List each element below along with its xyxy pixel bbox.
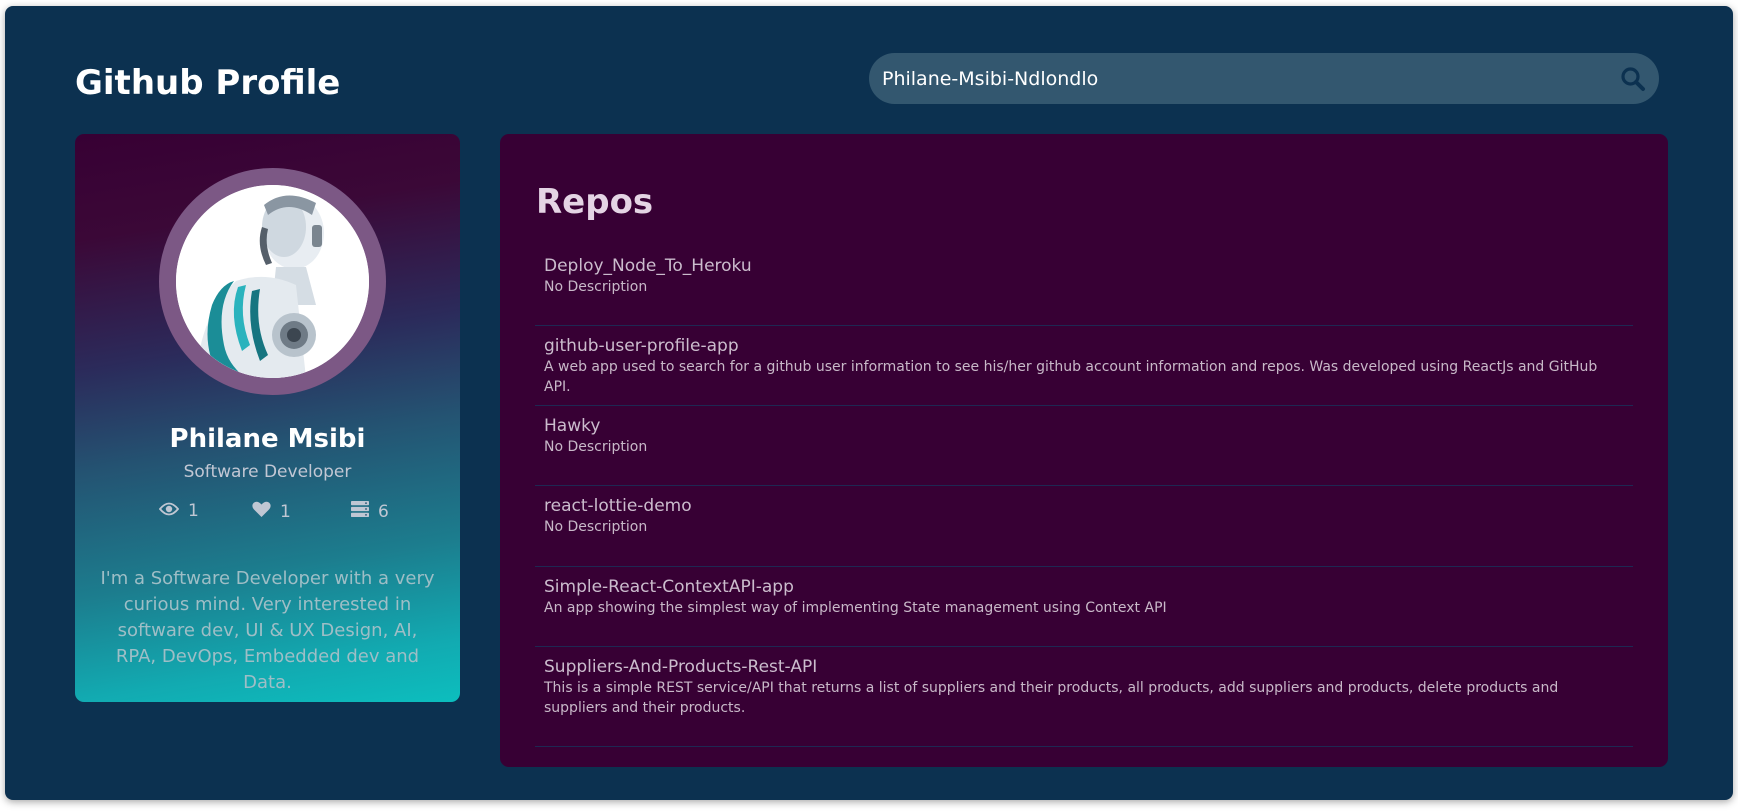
repo-item[interactable]: Simple-React-ContextAPI-app An app showi…: [535, 567, 1633, 647]
profile-stats: 1 1 6: [75, 501, 460, 527]
repo-name[interactable]: Hawky: [544, 415, 1624, 437]
repo-item[interactable]: Hawky No Description: [535, 406, 1633, 486]
search-bar: [869, 53, 1659, 104]
favorites-stat: 1: [252, 501, 291, 523]
repo-item[interactable]: github-user-profile-app A web app used t…: [535, 326, 1633, 406]
repos-panel: Repos Deploy_Node_To_Heroku No Descripti…: [500, 134, 1668, 767]
search-input[interactable]: [869, 53, 1599, 104]
watchers-count: 1: [188, 501, 199, 521]
page-title: Github Profile: [75, 63, 341, 103]
profile-role: Software Developer: [183, 462, 352, 482]
repo-description: This is a simple REST service/API that r…: [544, 680, 1559, 716]
repo-item[interactable]: react-lottie-demo No Description: [535, 486, 1633, 567]
repo-description: No Description: [544, 439, 648, 455]
repo-name[interactable]: github-user-profile-app: [544, 335, 1624, 357]
repo-name[interactable]: Simple-React-ContextAPI-app: [544, 576, 1624, 598]
watchers-stat: 1: [158, 501, 199, 521]
favorites-count: 1: [280, 502, 291, 522]
repo-name[interactable]: Suppliers-And-Products-Rest-API: [544, 656, 1624, 678]
search-icon[interactable]: [1619, 65, 1647, 93]
repos-title: Repos: [536, 182, 654, 222]
avatar-ring: [159, 168, 386, 395]
eye-icon: [158, 501, 188, 521]
repo-description: No Description: [544, 279, 648, 295]
server-icon: [351, 501, 378, 522]
repo-description: A web app used to search for a github us…: [544, 359, 1598, 395]
profile-card: Philane Msibi Software Developer 1 1 6 I…: [75, 134, 460, 702]
profile-bio: I'm a Software Developer with a very cur…: [100, 568, 435, 693]
app-window: Github Profile Philane-Msibi-Ndlondlo Ph…: [5, 6, 1733, 800]
profile-name: Philane Msibi: [169, 424, 366, 454]
repo-item[interactable]: Suppliers-And-Products-Rest-API This is …: [535, 647, 1633, 747]
repo-description: No Description: [544, 519, 648, 535]
heart-icon: [252, 501, 280, 523]
repo-item[interactable]: Deploy_Node_To_Heroku No Description: [535, 246, 1633, 326]
repos-stat: 6: [351, 501, 389, 522]
repo-description: An app showing the simplest way of imple…: [544, 600, 1167, 616]
avatar: [176, 185, 369, 378]
repo-name[interactable]: Deploy_Node_To_Heroku: [544, 255, 1624, 277]
repos-count: 6: [378, 501, 389, 522]
repo-name[interactable]: react-lottie-demo: [544, 495, 1624, 517]
repo-list: Deploy_Node_To_Heroku No Description git…: [535, 246, 1633, 747]
